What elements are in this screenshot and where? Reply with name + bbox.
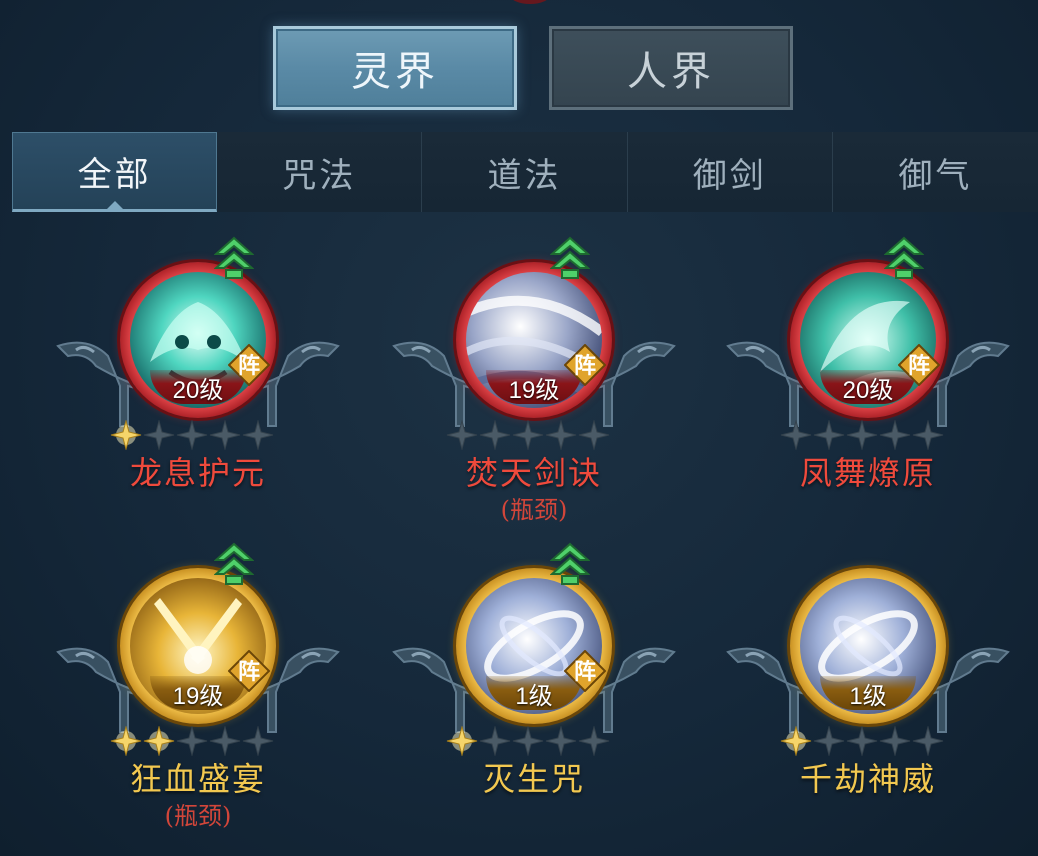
skill-status: (瓶颈) bbox=[500, 496, 568, 524]
realm-tab-spirit[interactable]: 灵界 bbox=[273, 26, 517, 110]
star-rating bbox=[446, 725, 622, 757]
formation-badge-icon: 阵 bbox=[563, 343, 607, 387]
skill-card[interactable]: 1级 阵 灭生咒 bbox=[384, 542, 684, 832]
tab-dao[interactable]: 道法 bbox=[422, 132, 628, 212]
star-rating bbox=[780, 419, 956, 451]
skill-icon[interactable]: 1级 bbox=[456, 568, 612, 724]
tab-dao-label: 道法 bbox=[487, 155, 562, 196]
active-tab-caret-icon bbox=[105, 201, 124, 210]
skill-icon[interactable]: 1级 bbox=[790, 568, 946, 724]
star-icon bbox=[446, 725, 479, 757]
star-icon bbox=[912, 419, 945, 451]
skill-icon[interactable]: 19级 bbox=[456, 262, 612, 418]
formation-badge-icon: 阵 bbox=[897, 343, 941, 387]
formation-badge-icon: 阵 bbox=[227, 343, 271, 387]
star-icon bbox=[512, 725, 545, 757]
star-icon bbox=[110, 419, 143, 451]
formation-badge-label: 阵 bbox=[238, 659, 260, 685]
skill-name: 千劫神威 bbox=[799, 760, 936, 798]
star-rating bbox=[780, 725, 956, 757]
formation-badge-label: 阵 bbox=[908, 353, 930, 379]
star-icon bbox=[846, 419, 879, 451]
tab-all[interactable]: 全部 bbox=[12, 132, 218, 212]
star-icon bbox=[479, 419, 512, 451]
formation-badge-label: 阵 bbox=[574, 659, 596, 685]
star-rating bbox=[110, 419, 286, 451]
tab-all-label: 全部 bbox=[77, 154, 152, 195]
star-icon bbox=[879, 725, 912, 757]
star-rating bbox=[110, 725, 286, 757]
skill-icon[interactable]: 20级 bbox=[120, 262, 276, 418]
star-icon bbox=[846, 725, 879, 757]
tab-curse-label: 咒法 bbox=[282, 155, 357, 196]
star-icon bbox=[578, 419, 611, 451]
star-icon bbox=[143, 725, 176, 757]
star-icon bbox=[209, 419, 242, 451]
star-icon bbox=[545, 725, 578, 757]
star-icon bbox=[912, 725, 945, 757]
formation-badge-icon: 阵 bbox=[227, 649, 271, 693]
star-icon bbox=[813, 419, 846, 451]
skill-icon[interactable]: 20级 bbox=[790, 262, 946, 418]
realm-tab-human[interactable]: 人界 bbox=[549, 26, 793, 110]
skill-name: 狂血盛宴 bbox=[129, 760, 266, 798]
double-chevron-up-icon bbox=[883, 236, 925, 282]
skill-name: 灭生咒 bbox=[482, 760, 585, 798]
category-tab-bar: 全部 咒法 道法 御剑 御气 bbox=[12, 132, 1038, 212]
formation-badge-label: 阵 bbox=[238, 353, 260, 379]
double-chevron-up-icon bbox=[549, 542, 591, 588]
tab-curse[interactable]: 咒法 bbox=[217, 132, 423, 212]
star-icon bbox=[879, 419, 912, 451]
skill-card[interactable]: 20级 阵 凤舞燎原 bbox=[718, 236, 1018, 526]
star-icon bbox=[242, 725, 275, 757]
top-ornament bbox=[510, 0, 550, 4]
tab-qi[interactable]: 御气 bbox=[833, 132, 1038, 212]
double-chevron-up-icon bbox=[549, 236, 591, 282]
double-chevron-up-icon bbox=[213, 542, 255, 588]
star-icon bbox=[242, 419, 275, 451]
star-icon bbox=[545, 419, 578, 451]
star-icon bbox=[780, 419, 813, 451]
star-icon bbox=[446, 419, 479, 451]
star-icon bbox=[143, 419, 176, 451]
skill-card[interactable]: 20级 阵 龙息护元 bbox=[48, 236, 348, 526]
skill-icon[interactable]: 19级 bbox=[120, 568, 276, 724]
tab-sword[interactable]: 御剑 bbox=[628, 132, 833, 212]
skill-name: 凤舞燎原 bbox=[799, 454, 936, 492]
formation-badge-label: 阵 bbox=[574, 353, 596, 379]
skill-card[interactable]: 19级 阵 焚天剑诀 (瓶颈) bbox=[384, 236, 684, 526]
star-rating bbox=[446, 419, 622, 451]
star-icon bbox=[479, 725, 512, 757]
star-icon bbox=[110, 725, 143, 757]
star-icon bbox=[813, 725, 846, 757]
star-icon bbox=[780, 725, 813, 757]
tab-sword-label: 御剑 bbox=[692, 155, 767, 196]
skill-card[interactable]: 1级 千劫神威 bbox=[718, 542, 1018, 832]
star-icon bbox=[512, 419, 545, 451]
skill-name: 焚天剑诀 bbox=[465, 454, 602, 492]
star-icon bbox=[176, 725, 209, 757]
double-chevron-up-icon bbox=[213, 236, 255, 282]
star-icon bbox=[209, 725, 242, 757]
skill-name: 龙息护元 bbox=[129, 454, 266, 492]
skill-status: (瓶颈) bbox=[164, 802, 232, 830]
star-icon bbox=[578, 725, 611, 757]
tab-qi-label: 御气 bbox=[898, 155, 973, 196]
star-icon bbox=[176, 419, 209, 451]
skill-card[interactable]: 19级 阵 狂血盛宴 (瓶颈) bbox=[48, 542, 348, 832]
formation-badge-icon: 阵 bbox=[563, 649, 607, 693]
